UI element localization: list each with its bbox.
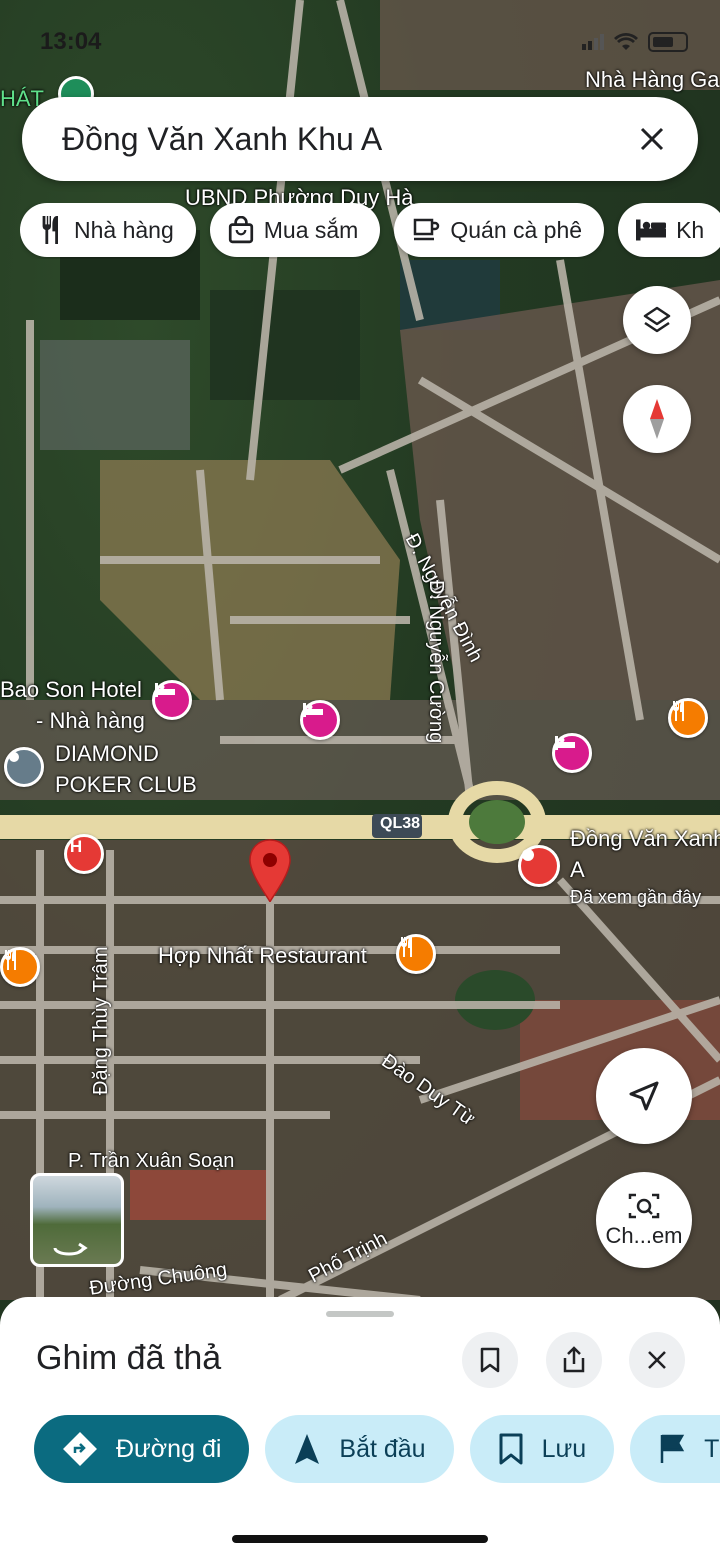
place-label[interactable]: Hợp Nhất Restaurant xyxy=(158,943,367,969)
directions-button[interactable]: Đường đi xyxy=(34,1415,250,1483)
action-label: Bắt đầu xyxy=(339,1434,426,1463)
save-button[interactable]: Lưu xyxy=(469,1415,615,1483)
svg-text:H: H xyxy=(70,837,82,855)
category-chips: Nhà hàng Mua sắm Quán cà phê Kh xyxy=(20,203,720,259)
dropped-pin-icon[interactable] xyxy=(247,838,293,904)
flag-icon xyxy=(660,1434,685,1463)
compass-icon xyxy=(650,399,664,439)
share-icon xyxy=(563,1346,585,1373)
status-time: 13:04 xyxy=(40,28,102,55)
lens-button[interactable]: Ch...em xyxy=(596,1172,692,1268)
camera-search-icon xyxy=(628,1193,660,1219)
chip-label: Mua sắm xyxy=(263,216,359,243)
place-label[interactable]: DIAMOND xyxy=(55,741,159,767)
chip-shopping[interactable]: Mua sắm xyxy=(209,203,381,257)
hotel-icon[interactable] xyxy=(300,700,340,740)
label-button[interactable]: Th xyxy=(630,1415,720,1483)
chip-label: Quán cà phê xyxy=(450,216,583,243)
hotel-icon[interactable] xyxy=(552,733,592,773)
coffee-icon xyxy=(414,218,440,241)
wifi-icon xyxy=(614,33,638,50)
place-label[interactable]: Đồng Văn Xanh xyxy=(570,826,720,852)
chip-hotels[interactable]: Kh xyxy=(618,203,720,257)
status-bar: 13:04 xyxy=(0,28,720,64)
recent-place-icon[interactable] xyxy=(518,845,560,887)
action-label: Lưu xyxy=(541,1434,587,1463)
street-label: Đặng Thùy Trâm xyxy=(90,946,112,1095)
hotel-icon[interactable] xyxy=(152,680,192,720)
close-icon xyxy=(640,127,664,151)
save-icon-button[interactable] xyxy=(462,1332,518,1388)
home-indicator[interactable] xyxy=(232,1535,488,1543)
hospital-icon[interactable]: H xyxy=(64,834,104,874)
drag-handle[interactable] xyxy=(326,1311,394,1317)
close-icon xyxy=(648,1351,666,1369)
share-button[interactable] xyxy=(546,1332,602,1388)
place-label[interactable]: - Nhà hàng xyxy=(36,708,145,734)
start-button[interactable]: Bắt đầu xyxy=(265,1415,454,1483)
street-label: Đ. Nguyễn Cường xyxy=(425,580,447,744)
bookmark-icon xyxy=(480,1347,500,1373)
restaurant-icon xyxy=(42,216,58,244)
directions-icon xyxy=(63,1432,97,1466)
restaurant-icon[interactable] xyxy=(668,698,708,738)
place-label[interactable]: Bao Son Hotel xyxy=(0,677,142,703)
place-sublabel: Đã xem gần đây xyxy=(570,887,702,907)
street-label: P. Trần Xuân Soạn xyxy=(68,1150,235,1172)
bookmark-icon xyxy=(499,1433,523,1465)
place-label[interactable]: POKER CLUB xyxy=(55,772,197,798)
hotel-icon xyxy=(636,219,667,241)
compass-button[interactable] xyxy=(623,385,691,453)
search-bar[interactable]: Đồng Văn Xanh Khu A xyxy=(22,97,698,181)
place-sheet[interactable]: Ghim đã thả Đường đi Bắt đầu Lưu Th xyxy=(0,1297,720,1558)
place-marker-icon[interactable] xyxy=(4,747,44,787)
highway-shield: QL38 xyxy=(380,815,421,832)
battery-icon xyxy=(648,32,688,52)
close-sheet-button[interactable] xyxy=(629,1332,685,1388)
shopping-bag-icon xyxy=(228,216,253,244)
street-view-thumbnail[interactable] xyxy=(30,1173,124,1267)
action-label: Đường đi xyxy=(116,1434,222,1463)
restaurant-icon[interactable] xyxy=(396,934,436,974)
my-location-button[interactable] xyxy=(596,1048,692,1144)
layers-button[interactable] xyxy=(623,286,691,354)
chip-restaurants[interactable]: Nhà hàng xyxy=(20,203,196,257)
restaurant-icon[interactable] xyxy=(0,947,40,987)
navigation-arrow-icon xyxy=(629,1081,659,1111)
place-label[interactable]: A xyxy=(570,857,585,883)
lens-label: Ch...em xyxy=(605,1223,683,1248)
signal-icon xyxy=(582,34,604,50)
place-label[interactable]: Nhà Hàng Ga xyxy=(585,67,720,93)
chip-coffee[interactable]: Quán cà phê xyxy=(394,203,605,257)
navigation-arrow-icon xyxy=(295,1434,320,1464)
chip-label: Nhà hàng xyxy=(74,216,174,243)
chip-label: Kh xyxy=(676,216,705,243)
action-label: Th xyxy=(704,1434,720,1463)
street-view-icon xyxy=(53,1242,88,1256)
clear-search-button[interactable] xyxy=(632,119,672,159)
sheet-title: Ghim đã thả xyxy=(36,1339,222,1377)
search-query[interactable]: Đồng Văn Xanh Khu A xyxy=(62,121,632,158)
action-buttons: Đường đi Bắt đầu Lưu Th xyxy=(34,1415,720,1485)
layers-icon xyxy=(643,306,671,333)
